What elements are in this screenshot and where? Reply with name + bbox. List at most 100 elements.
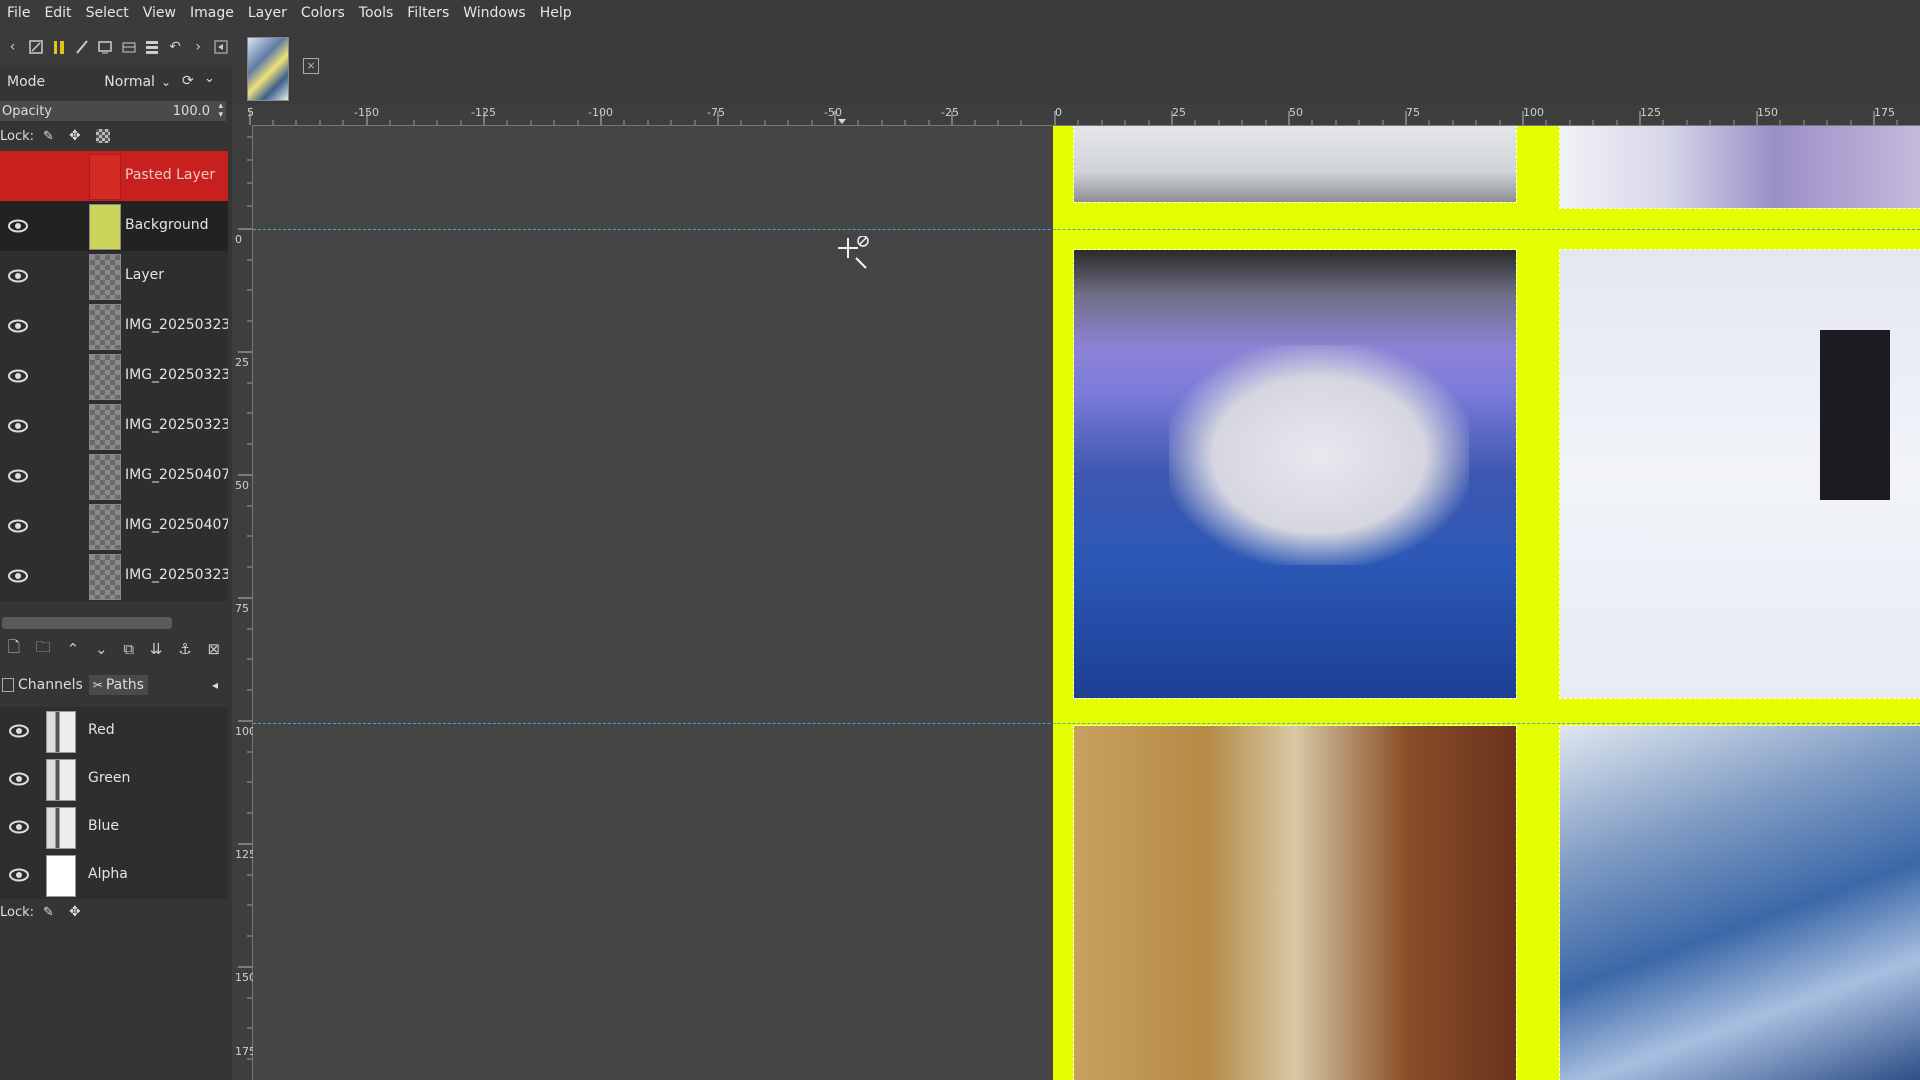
horizontal-guide[interactable] xyxy=(253,723,1920,724)
eye-icon[interactable] xyxy=(7,565,29,587)
layer-thumbnail xyxy=(89,404,121,450)
menu-file[interactable]: File xyxy=(0,0,37,27)
gradient-icon[interactable] xyxy=(118,34,139,60)
layer-name: Pasted Layer xyxy=(125,167,216,183)
layers-scrollbar[interactable] xyxy=(2,617,172,629)
tab-channels[interactable]: Channels xyxy=(0,677,83,693)
mode-switch-icon[interactable]: ⟳ xyxy=(182,73,194,89)
opacity-value: 100.0 xyxy=(172,103,210,119)
eye-icon[interactable] xyxy=(7,415,29,437)
lock-position-icon[interactable]: ✥ xyxy=(69,904,81,920)
fg-bg-color-icon[interactable] xyxy=(48,34,69,60)
dock-menu-icon[interactable]: ◂ xyxy=(212,678,218,692)
ruler-ticks xyxy=(249,111,1898,125)
horizontal-guide[interactable] xyxy=(253,229,1920,230)
layer-row[interactable]: Pasted Layer xyxy=(0,151,228,201)
lower-layer-icon[interactable]: ⌄ xyxy=(95,640,108,658)
channel-row[interactable]: Blue xyxy=(0,803,228,851)
photo-bottom-left xyxy=(1073,725,1517,1080)
eye-icon[interactable] xyxy=(8,768,30,790)
layer-row[interactable]: Background xyxy=(0,201,228,251)
tool-options-icon[interactable] xyxy=(25,34,46,60)
layer-thumbnail xyxy=(89,204,121,250)
opacity-slider[interactable]: Opacity 100.0 ▴ ▾ xyxy=(0,101,226,121)
channel-thumbnail xyxy=(46,807,76,849)
eye-icon[interactable] xyxy=(7,265,29,287)
layer-name: IMG_20250323_ xyxy=(125,367,228,383)
layer-row[interactable]: IMG_20250323_ xyxy=(0,401,228,451)
layer-row[interactable]: IMG_20250407_ xyxy=(0,501,228,551)
undo-history-icon[interactable]: ↶ xyxy=(164,34,185,60)
menu-help[interactable]: Help xyxy=(533,0,579,27)
horizontal-ruler[interactable]: 5 -150 -125 -100 -75 -50 -25 0 25 50 75 … xyxy=(240,105,1920,126)
eye-icon[interactable] xyxy=(8,864,30,886)
mode-row: Mode Normal ⌄ ⟳ ⌄ xyxy=(0,67,228,97)
menu-filters[interactable]: Filters xyxy=(400,0,456,27)
new-layer-group-icon[interactable]: 🗀 xyxy=(36,637,51,662)
anchor-layer-icon[interactable]: ⚓ xyxy=(178,640,191,658)
image-tab-strip xyxy=(232,27,1920,105)
brush-icon[interactable] xyxy=(72,34,93,60)
layer-buttons: 🗋 🗀 ⌃ ⌄ ⧉ ⇊ ⚓ ⊠ xyxy=(0,635,228,663)
tab-paths[interactable]: ✂ Paths xyxy=(88,675,148,695)
new-layer-icon[interactable]: 🗋 xyxy=(8,637,20,662)
raise-layer-icon[interactable]: ⌃ xyxy=(67,640,80,658)
lock-position-icon[interactable]: ✥ xyxy=(69,128,81,144)
duplicate-layer-icon[interactable]: ⧉ xyxy=(123,640,134,658)
eye-icon[interactable] xyxy=(7,465,29,487)
dock-menu-icon[interactable] xyxy=(211,34,232,60)
channel-name: Blue xyxy=(88,818,119,834)
photo-top-left xyxy=(1073,126,1517,203)
lock-alpha-icon[interactable] xyxy=(96,129,110,143)
spin-arrows-icon[interactable]: ▴ ▾ xyxy=(218,102,223,120)
mode-label: Mode xyxy=(7,74,46,90)
eye-icon[interactable] xyxy=(8,720,30,742)
ruler-label: 25 xyxy=(235,356,249,369)
channel-row[interactable]: Green xyxy=(0,755,228,803)
channel-row[interactable]: Red xyxy=(0,707,228,755)
eye-icon[interactable] xyxy=(7,215,29,237)
layer-row[interactable]: IMG_20250323_ xyxy=(0,351,228,401)
lock-label: Lock: xyxy=(0,904,35,920)
chevron-right-icon[interactable]: › xyxy=(188,34,209,60)
delete-layer-icon[interactable]: ⊠ xyxy=(207,640,220,658)
chevron-left-icon[interactable]: ‹ xyxy=(2,34,23,60)
layer-row[interactable]: IMG_20250323_ xyxy=(0,551,228,601)
lock-pixels-icon[interactable]: ✎ xyxy=(43,129,54,144)
image-canvas[interactable] xyxy=(253,126,1920,1080)
menu-edit[interactable]: Edit xyxy=(37,0,78,27)
channel-row[interactable]: Alpha xyxy=(0,851,228,899)
menu-select[interactable]: Select xyxy=(79,0,136,27)
channels-tab-bar: Channels ✂ Paths ◂ xyxy=(0,671,228,699)
menu-view[interactable]: View xyxy=(136,0,183,27)
layer-thumbnail xyxy=(89,254,121,300)
eye-icon[interactable] xyxy=(7,315,29,337)
chevron-down-icon: ⌄ xyxy=(160,75,171,89)
eye-icon[interactable] xyxy=(7,365,29,387)
layer-thumbnail xyxy=(89,504,121,550)
layer-thumbnail xyxy=(89,304,121,350)
menu-tools[interactable]: Tools xyxy=(352,0,401,27)
layer-row[interactable]: IMG_20250323_ xyxy=(0,301,228,351)
menu-colors[interactable]: Colors xyxy=(294,0,352,27)
mode-select[interactable]: Normal ⌄ xyxy=(95,67,171,97)
menu-image[interactable]: Image xyxy=(183,0,241,27)
eye-icon[interactable] xyxy=(8,816,30,838)
menu-windows[interactable]: Windows xyxy=(456,0,533,27)
layers-icon[interactable] xyxy=(141,34,162,60)
photo-bottom-right xyxy=(1559,725,1920,1080)
layer-row[interactable]: IMG_20250407_ xyxy=(0,451,228,501)
image-tab-thumbnail[interactable] xyxy=(247,37,289,101)
eye-icon[interactable] xyxy=(7,515,29,537)
lock-pixels-icon[interactable]: ✎ xyxy=(43,905,54,920)
pattern-icon[interactable] xyxy=(95,34,116,60)
close-icon[interactable]: × xyxy=(303,58,319,74)
layer-name: IMG_20250407_ xyxy=(125,517,228,533)
menu-layer[interactable]: Layer xyxy=(241,0,294,27)
chevron-down-icon[interactable]: ⌄ xyxy=(204,71,215,86)
merge-layer-icon[interactable]: ⇊ xyxy=(150,640,163,658)
vertical-ruler[interactable]: 0 25 50 75 100 125 150 175 xyxy=(232,125,256,1080)
menubar: File Edit Select View Image Layer Colors… xyxy=(0,0,1920,27)
layer-row[interactable]: Layer xyxy=(0,251,228,301)
layer-thumbnail xyxy=(89,354,121,400)
